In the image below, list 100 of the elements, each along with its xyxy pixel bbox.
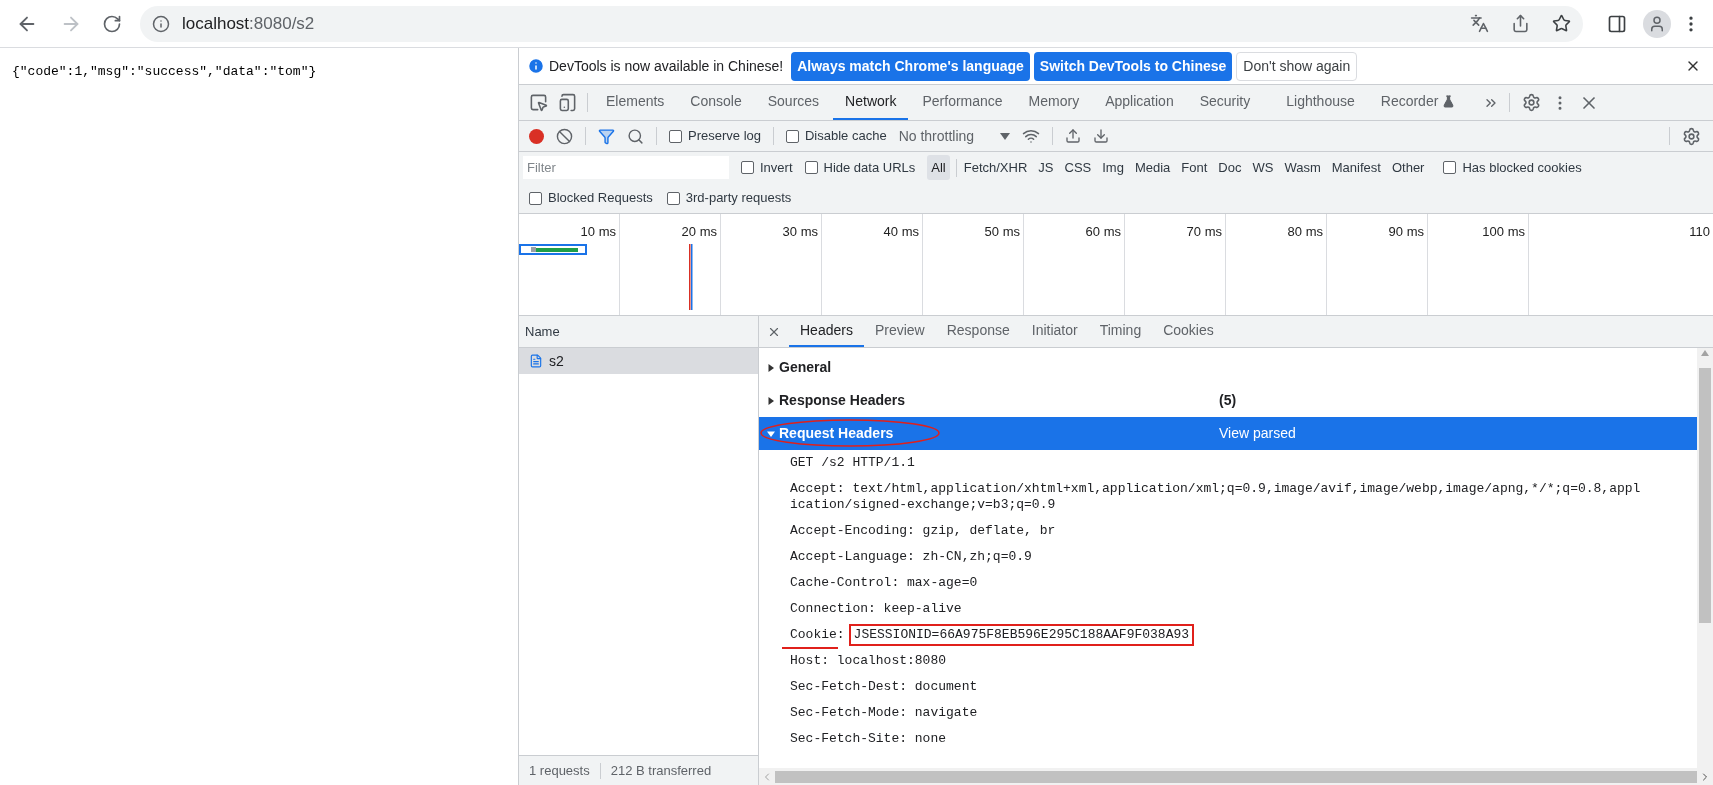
checkbox-label: Has blocked cookies <box>1462 158 1582 177</box>
clear-icon[interactable] <box>556 127 573 145</box>
export-icon[interactable] <box>1093 128 1110 144</box>
scrollbar-thumb[interactable] <box>775 770 1697 783</box>
infobar-button[interactable]: Switch DevTools to Chinese <box>1033 51 1233 81</box>
detail-tab[interactable]: Initiator <box>1020 316 1089 347</box>
reload-icon[interactable] <box>102 13 122 34</box>
device-toolbar-icon[interactable] <box>558 93 577 112</box>
type-filter-button[interactable]: Wasm <box>1280 154 1325 181</box>
panel-tab[interactable]: Lighthouse <box>1274 85 1367 120</box>
type-filter-button[interactable]: Img <box>1098 154 1128 181</box>
disclosure-triangle-icon[interactable] <box>767 363 775 372</box>
section-header[interactable]: General <box>759 351 1697 384</box>
dropdown-caret-icon <box>1000 132 1011 140</box>
header-value: JSESSIONID=66A975F8EB596E295C188AAF9F038A93 <box>853 627 1190 642</box>
detail-tab[interactable]: Response <box>935 316 1021 347</box>
json-response-text: {"code":1,"msg":"success","data":"tom"} <box>12 63 318 81</box>
section-header[interactable]: Response Headers (5) <box>759 384 1697 417</box>
inspect-icon[interactable] <box>529 93 548 112</box>
time-tick-label: 20 ms <box>681 223 717 238</box>
type-filter-button[interactable]: Media <box>1130 154 1175 181</box>
filter-field[interactable]: Filter <box>523 156 729 179</box>
import-icon[interactable] <box>1065 128 1082 144</box>
checkbox[interactable] <box>804 161 818 174</box>
detail-tab[interactable]: Headers <box>789 316 864 347</box>
column-header[interactable]: Name <box>525 321 560 342</box>
network-conditions-icon[interactable] <box>1022 127 1041 145</box>
type-filter-button[interactable]: Fetch/XHR <box>959 154 1032 181</box>
detail-tab[interactable]: Preview <box>863 316 936 347</box>
checkbox[interactable] <box>669 129 682 143</box>
infobar-message: DevTools is now available in Chinese! <box>549 56 784 76</box>
time-tick-label: 100 ms <box>1482 223 1525 238</box>
request-row[interactable]: s2 <box>519 348 758 374</box>
type-filter-button[interactable]: Font <box>1177 154 1212 181</box>
settings-icon[interactable] <box>1522 93 1542 112</box>
type-filter-button[interactable]: Other <box>1387 154 1429 181</box>
panel-tab[interactable]: Sources <box>755 85 832 120</box>
time-tick-label: 10 ms <box>580 223 616 238</box>
type-filter-button[interactable]: Doc <box>1214 154 1246 181</box>
share-icon[interactable] <box>1511 14 1530 33</box>
panel-tab[interactable]: Application <box>1093 85 1186 120</box>
panel-tab[interactable]: Recorder <box>1368 85 1468 120</box>
search-icon[interactable] <box>627 127 644 145</box>
header-count: (5) <box>1219 391 1237 410</box>
type-filter-button[interactable]: Manifest <box>1327 154 1385 181</box>
settings-icon[interactable] <box>1682 126 1701 146</box>
time-tick-label: 50 ms <box>984 223 1020 238</box>
translate-icon[interactable] <box>1470 14 1489 33</box>
panel-tab[interactable]: Memory <box>1016 85 1092 120</box>
header-line: Accept-Language: zh-CN,zh;q=0.9 <box>790 549 1032 565</box>
disclosure-triangle-icon[interactable] <box>767 396 775 405</box>
disclosure-triangle-icon[interactable] <box>767 429 775 438</box>
panel-tab[interactable]: Elements <box>594 85 677 120</box>
checkbox-label: Preserve log <box>688 127 761 146</box>
checkbox[interactable] <box>529 191 542 205</box>
type-filter-button[interactable]: WS <box>1248 154 1278 181</box>
vertical-scrollbar[interactable] <box>1697 348 1713 768</box>
section-title: Request Headers <box>779 424 895 443</box>
info-icon <box>527 57 545 75</box>
throttling-dropdown[interactable]: No throttling <box>898 125 1011 147</box>
infobar-button[interactable]: Always match Chrome's language <box>791 51 1030 81</box>
detail-tab[interactable]: Timing <box>1088 316 1153 347</box>
header-line: Accept: text/html,application/xhtml+xml,application/xml;q=0.9,image/avif,image/webp,image/apng,*/*;q=0.8,application/signed-exchange;v=b3;q=0.9 <box>790 481 1641 513</box>
panel-tab[interactable]: Performance <box>910 85 1015 120</box>
view-parsed-link[interactable]: View parsed <box>1219 423 1296 444</box>
type-filter-button[interactable]: JS <box>1034 154 1058 181</box>
panel-tab[interactable]: Console <box>678 85 754 120</box>
side-panel-icon[interactable] <box>1607 13 1627 34</box>
checkbox-label: Blocked Requests <box>548 189 653 208</box>
filter-icon[interactable] <box>598 127 615 145</box>
detail-tab[interactable]: Cookies <box>1152 316 1225 347</box>
panel-tab[interactable]: Security <box>1187 85 1263 120</box>
checkbox[interactable] <box>666 191 680 205</box>
checkbox[interactable] <box>786 129 799 143</box>
info-icon[interactable] <box>152 14 170 33</box>
section-header[interactable]: Request Headers View parsed <box>759 417 1697 450</box>
header-line: Sec-Fetch-Mode: navigate <box>790 705 978 721</box>
header-line: Connection: keep-alive <box>790 601 962 617</box>
type-filter-button[interactable]: All <box>927 154 950 181</box>
checkbox[interactable] <box>1443 161 1457 174</box>
section-title: Response Headers <box>779 391 907 410</box>
url-text: localhost:8080/s2 <box>182 12 315 35</box>
header-line: Host: localhost:8080 <box>790 653 947 669</box>
scrollbar-thumb[interactable] <box>1699 368 1711 623</box>
profile-avatar[interactable] <box>1643 9 1671 38</box>
header-line: Sec-Fetch-Site: none <box>790 731 947 747</box>
header-line: Accept-Encoding: gzip, deflate, br <box>790 523 1056 539</box>
checkbox[interactable] <box>741 161 754 174</box>
horizontal-scrollbar[interactable] <box>759 768 1713 785</box>
time-tick-label: 40 ms <box>883 223 919 238</box>
address-bar[interactable]: localhost:8080/s2 <box>140 5 1583 42</box>
infobar-button[interactable]: Don't show again <box>1236 51 1358 81</box>
checkbox-label: Hide data URLs <box>823 158 916 177</box>
header-line: Sec-Fetch-Dest: document <box>790 679 978 695</box>
status-text: 1 requests <box>529 761 590 780</box>
star-icon[interactable] <box>1552 14 1571 33</box>
time-tick-label: 90 ms <box>1388 223 1424 238</box>
type-filter-button[interactable]: CSS <box>1060 154 1096 181</box>
record-button[interactable] <box>529 128 544 144</box>
checkbox-label: Disable cache <box>805 127 887 146</box>
